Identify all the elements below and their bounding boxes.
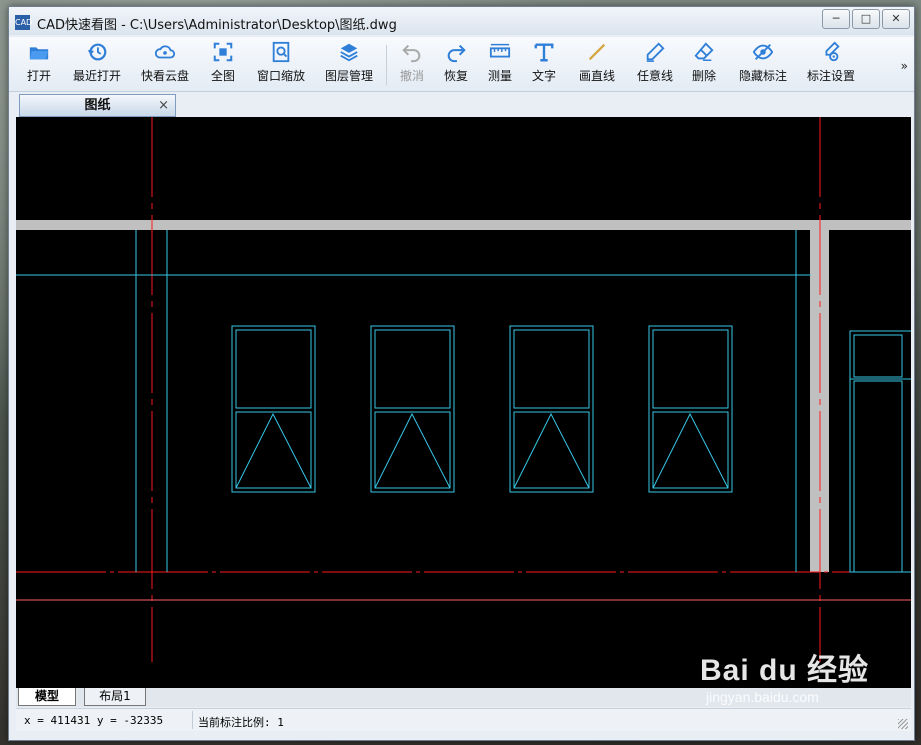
eraser-icon [694, 42, 714, 61]
cloud-icon [154, 45, 176, 59]
layers-icon [340, 43, 358, 62]
annotation-scale: 当前标注比例: 1 [198, 716, 284, 729]
freehand-button[interactable]: 任意线 [633, 41, 677, 89]
delete-button[interactable]: 删除 [689, 41, 719, 89]
text-icon [534, 43, 554, 62]
recent-clock-icon [87, 43, 107, 61]
hide-annotation-button[interactable]: 隐藏标注 [735, 41, 791, 89]
watermark-logo: Bai du 经验 jingyan.baidu.com [700, 645, 869, 705]
zoom-window-label: 窗口缩放 [256, 69, 305, 83]
document-tab[interactable]: 图纸 × [19, 94, 176, 117]
watermark-main: Bai du 经验 [700, 654, 870, 687]
text-label: 文字 [531, 69, 556, 83]
window [509, 325, 594, 493]
undo-button[interactable]: 撤消 [397, 41, 427, 89]
fit-all-icon [213, 42, 233, 62]
tab-model[interactable]: 模型 [18, 688, 76, 706]
cad-drawing [16, 117, 911, 662]
main-toolbar: 打开 最近打开 快看云盘 全图 窗口缩放 图层管理 撤消 恢复 测量 文字 画直… [9, 37, 914, 92]
recent-label: 最近打开 [72, 69, 121, 83]
fit-all-button[interactable]: 全图 [205, 41, 241, 89]
document-tab-bar: 图纸 × [9, 92, 914, 117]
maximize-button[interactable]: □ [852, 9, 880, 29]
window [648, 325, 733, 493]
text-button[interactable]: 文字 [529, 41, 559, 89]
recent-button[interactable]: 最近打开 [69, 41, 125, 89]
cloud-button[interactable]: 快看云盘 [137, 41, 193, 89]
app-window: CAD CAD快速看图 - C:\Users\Administrator\Des… [8, 6, 915, 741]
open-button[interactable]: 打开 [21, 41, 57, 89]
draw-line-label: 画直线 [578, 69, 615, 83]
cloud-label: 快看云盘 [140, 69, 189, 83]
tab-layout1[interactable]: 布局1 [84, 688, 146, 706]
drawing-canvas[interactable] [16, 117, 911, 688]
redo-label: 恢复 [443, 69, 468, 83]
measure-label: 测量 [487, 69, 512, 83]
undo-label: 撤消 [399, 69, 424, 83]
cursor-coordinates: x = 411431 y = -32335 [24, 714, 164, 727]
window-group [231, 325, 911, 573]
minimize-button[interactable]: ─ [822, 9, 850, 29]
pen-icon [646, 42, 665, 62]
open-label: 打开 [26, 69, 51, 83]
status-bar: x = 411431 y = -32335 当前标注比例: 1 [16, 708, 911, 731]
title-bar[interactable]: CAD CAD快速看图 - C:\Users\Administrator\Des… [9, 7, 914, 35]
watermark-url: jingyan.baidu.com [706, 689, 819, 705]
status-divider [192, 711, 193, 729]
annotation-settings-label: 标注设置 [806, 69, 855, 83]
door [849, 330, 911, 573]
freehand-label: 任意线 [636, 69, 673, 83]
ruler-icon [489, 43, 511, 58]
eye-hide-icon [752, 44, 774, 60]
window [231, 325, 316, 493]
zoom-window-button[interactable]: 窗口缩放 [253, 41, 309, 89]
measure-button[interactable]: 测量 [485, 41, 515, 89]
delete-label: 删除 [691, 69, 716, 83]
annotation-settings-button[interactable]: 标注设置 [803, 41, 859, 89]
resize-grip-icon[interactable] [898, 719, 908, 729]
redo-button[interactable]: 恢复 [441, 41, 471, 89]
layer-manager-label: 图层管理 [324, 69, 373, 83]
folder-open-icon [29, 47, 49, 60]
app-logo-icon: CAD [15, 15, 32, 30]
undo-icon [402, 44, 421, 63]
draw-line-button[interactable]: 画直线 [575, 41, 619, 89]
hide-annotation-label: 隐藏标注 [738, 69, 787, 83]
document-tab-label: 图纸 [84, 98, 111, 113]
fit-all-label: 全图 [210, 69, 235, 83]
close-button[interactable]: ✕ [882, 9, 910, 29]
line-icon [588, 43, 606, 61]
toolbar-separator [386, 45, 387, 85]
wall-beam [16, 220, 911, 230]
close-tab-icon[interactable]: × [158, 95, 169, 116]
zoom-window-icon [272, 41, 290, 63]
redo-icon [447, 44, 466, 63]
window-title: CAD快速看图 - C:\Users\Administrator\Desktop… [37, 18, 397, 33]
window [370, 325, 455, 493]
toolbar-overflow-button[interactable]: » [901, 59, 908, 73]
annotation-settings-icon [825, 41, 840, 62]
layer-manager-button[interactable]: 图层管理 [321, 41, 377, 89]
